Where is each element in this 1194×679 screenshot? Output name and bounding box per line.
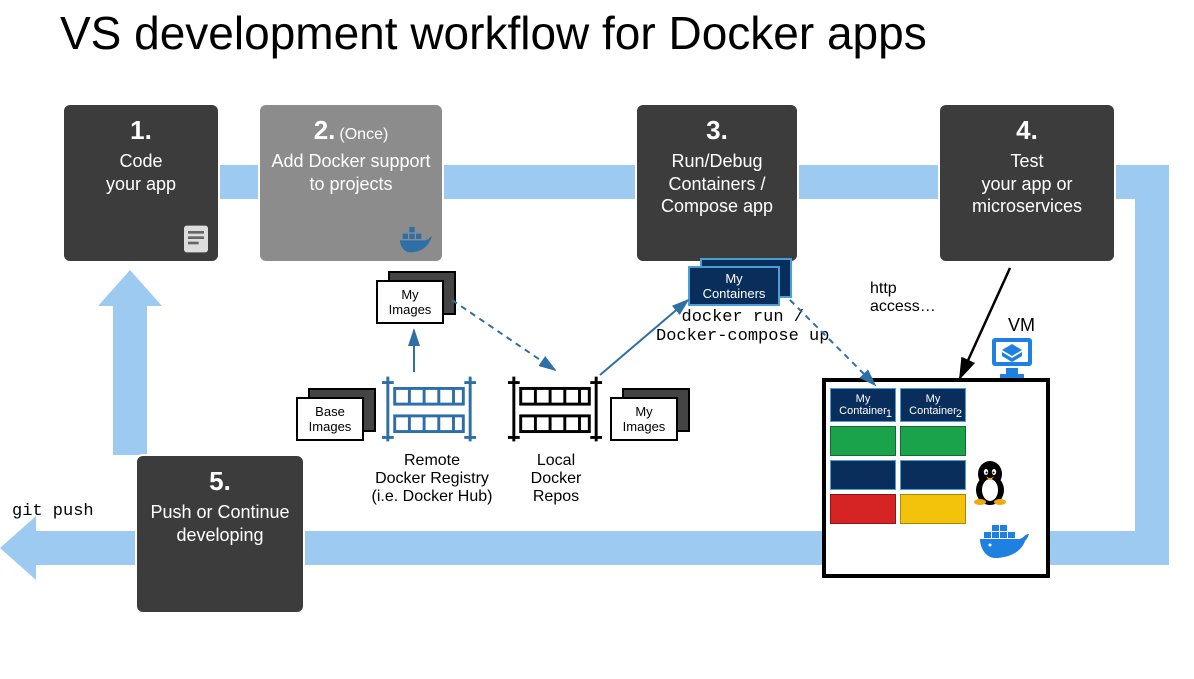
docker-icon — [396, 223, 436, 255]
step-2: 2. (Once) Add Docker support to projects — [258, 103, 444, 263]
arrow-left — [0, 516, 36, 580]
step-4-num: 4. — [1016, 115, 1038, 146]
my-images-right: My Images — [610, 397, 678, 441]
step-2-text: Add Docker support to projects — [268, 150, 434, 195]
container-blue-2 — [900, 460, 966, 490]
step-2-num: 2. — [314, 115, 336, 146]
base-images: Base Images — [296, 397, 364, 441]
docker-run-label: docker run / Docker-compose up — [656, 308, 829, 346]
step-3: 3. Run/Debug Containers / Compose app — [635, 103, 799, 263]
http-access-label: http access… — [870, 280, 936, 316]
step-3-text: Run/Debug Containers / Compose app — [645, 150, 789, 218]
local-repos-icon — [506, 370, 604, 450]
step-1: 1. Code your app — [62, 103, 220, 263]
container-1-label: My Container — [839, 393, 887, 417]
step-4-text: Test your app or microservices — [948, 150, 1106, 218]
document-icon — [180, 223, 212, 255]
my-images-top: My Images — [376, 280, 444, 324]
container-red — [830, 494, 896, 524]
diagram-title: VS development workflow for Docker apps — [60, 6, 927, 60]
step-2-once: (Once) — [339, 126, 388, 144]
container-1: My Container 1 — [830, 388, 896, 422]
remote-registry-icon — [380, 370, 478, 450]
flow-bar-left-up — [113, 295, 147, 455]
flow-bar-right — [1135, 165, 1169, 565]
container-2: My Container 2 — [900, 388, 966, 422]
step-5-num: 5. — [209, 466, 231, 497]
step-1-text: Code your app — [106, 150, 176, 195]
my-containers: My Containers — [688, 266, 780, 306]
git-push-label: git push — [12, 502, 94, 521]
container-green-2 — [900, 426, 966, 456]
container-yellow — [900, 494, 966, 524]
linux-penguin-icon — [970, 460, 1010, 506]
arrow-up — [98, 270, 162, 306]
remote-registry-label: Remote Docker Registry (i.e. Docker Hub) — [352, 452, 512, 506]
container-2-num: 2 — [956, 408, 962, 420]
step-3-num: 3. — [706, 115, 728, 146]
container-1-num: 1 — [886, 408, 892, 420]
step-4: 4. Test your app or microservices — [938, 103, 1116, 263]
step-5: 5. Push or Continue developing — [135, 454, 305, 614]
container-2-label: My Container — [909, 393, 957, 417]
vm-monitor-icon — [988, 336, 1036, 380]
container-green-1 — [830, 426, 896, 456]
container-blue-1 — [830, 460, 896, 490]
flow-bar-left-out — [30, 531, 145, 565]
step-1-num: 1. — [130, 115, 152, 146]
local-repos-label: Local Docker Repos — [508, 452, 604, 506]
vm-label: VM — [1008, 315, 1035, 336]
step-5-text: Push or Continue developing — [145, 501, 295, 546]
docker-whale-icon — [978, 520, 1034, 560]
